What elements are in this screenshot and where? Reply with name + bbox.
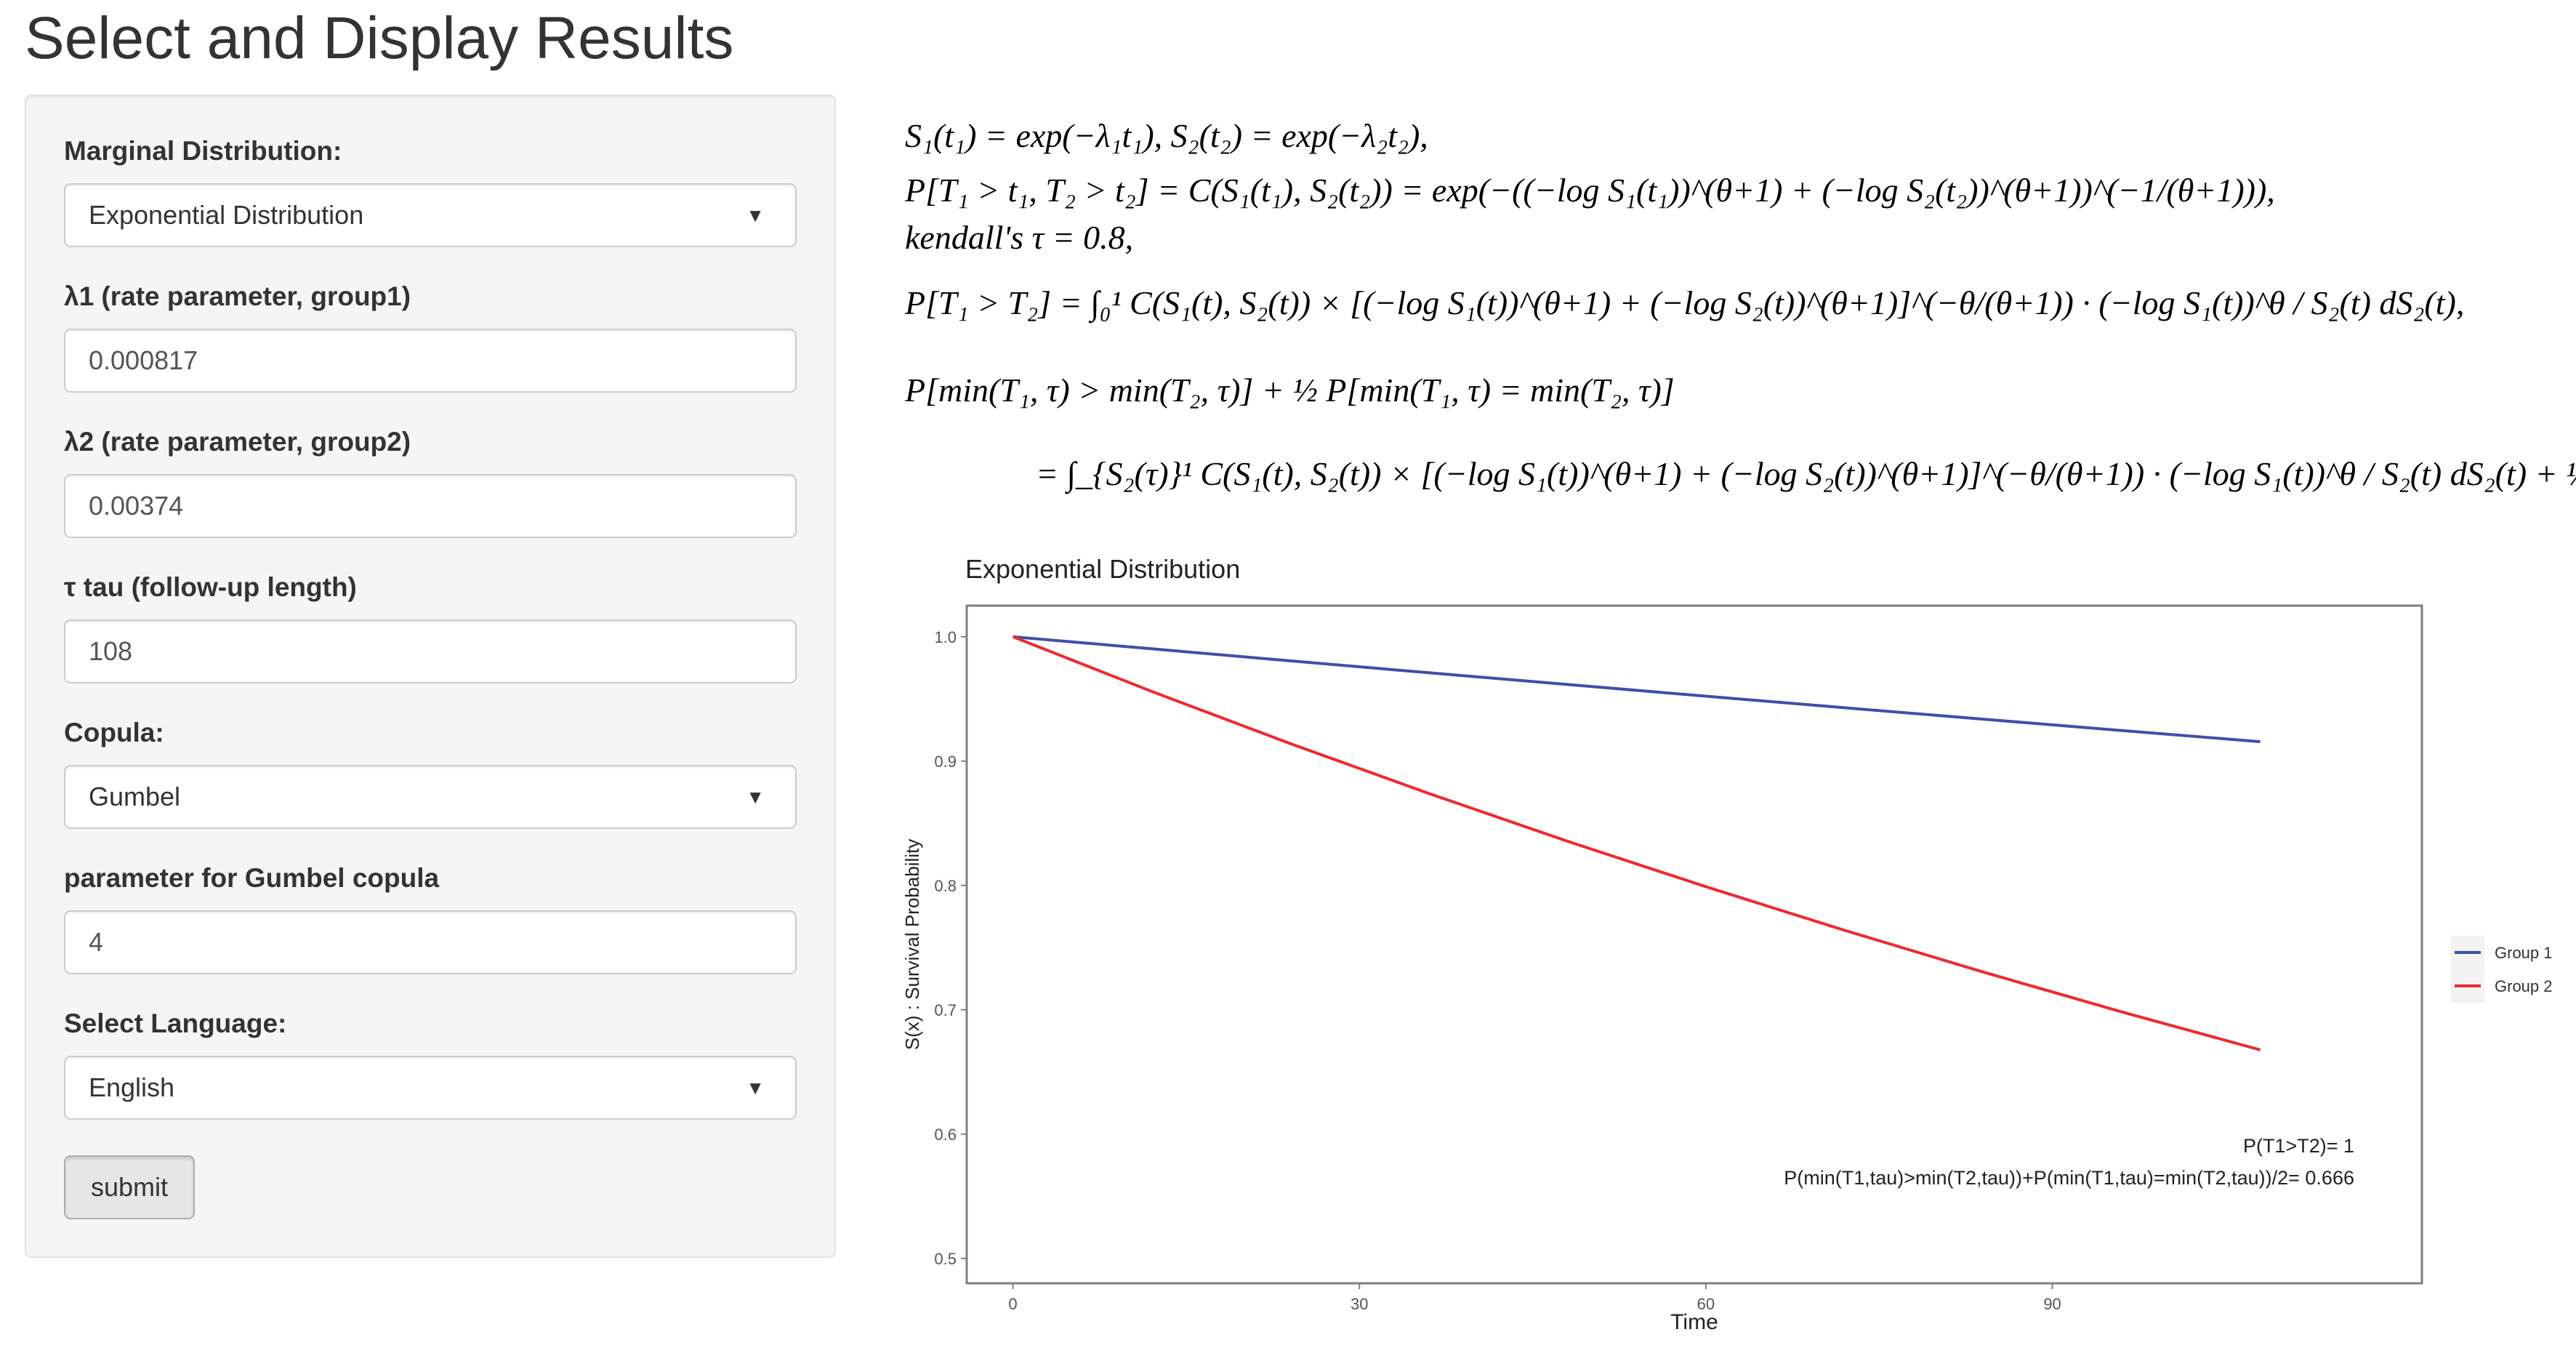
formula-line-p-t1-gt-t2: P[T₁ > T₂] = ∫₀¹ C(S₁(t), S₂(t)) × [(−lo… — [905, 284, 2465, 321]
marginal-distribution-select[interactable]: Exponential Distribution ▼ — [64, 183, 797, 247]
annotation-restricted-prob: P(min(T1,tau)>min(T2,tau))+P(min(T1,tau)… — [1784, 1167, 2354, 1189]
x-tick-label: 30 — [1351, 1295, 1368, 1313]
chevron-down-icon: ▼ — [746, 1077, 765, 1099]
marginal-distribution-value: Exponential Distribution — [89, 200, 364, 230]
formula-block: S₁(t₁) = exp(−λ₁t₁), S₂(t₂) = exp(−λ₂t₂)… — [905, 109, 2576, 538]
copula-value: Gumbel — [89, 782, 181, 811]
input-sidebar: Marginal Distribution: Exponential Distr… — [25, 95, 836, 1258]
copula-label: Copula: — [64, 718, 164, 747]
language-value: English — [89, 1072, 175, 1102]
chevron-down-icon: ▼ — [746, 204, 765, 226]
x-tick-label: 90 — [2043, 1295, 2061, 1313]
x-axis: 0 30 60 90 — [1008, 1283, 2061, 1313]
lambda1-input[interactable]: 0.000817 — [64, 329, 797, 393]
y-tick-label: 0.9 — [934, 753, 957, 771]
lambda2-input[interactable]: 0.00374 — [64, 474, 797, 538]
formula-line-kendall: kendall's τ = 0.8, — [905, 219, 1134, 256]
x-tick-label: 0 — [1008, 1295, 1017, 1313]
legend-label-group-2: Group 2 — [2495, 977, 2553, 995]
legend-label-group-1: Group 1 — [2495, 944, 2553, 962]
copula-parameter-label: parameter for Gumbel copula — [64, 863, 440, 893]
language-label: Select Language: — [64, 1008, 287, 1038]
lambda2-label: λ2 (rate parameter, group2) — [64, 427, 411, 457]
chart-title: Exponential Distribution — [965, 554, 1240, 584]
annotation-p-t1-gt-t2: P(T1>T2)= 1 — [2243, 1135, 2354, 1157]
survival-chart: Exponential Distribution 0.5 0.6 0.7 0.8 0.9… — [887, 553, 2576, 1352]
page-title: Select and Display Results — [25, 5, 734, 71]
submit-button[interactable]: submit — [64, 1155, 195, 1219]
tau-label: τ tau (follow-up length) — [64, 572, 357, 602]
formula-line-joint: P[T₁ > t₁, T₂ > t₂] = C(S₁(t₁), S₂(t₂)) … — [905, 172, 2275, 209]
y-tick-label: 0.7 — [934, 1001, 957, 1019]
legend: Group 1 Group 2 — [2451, 936, 2553, 1003]
legend-key-background — [2451, 936, 2484, 1003]
language-select[interactable]: English ▼ — [64, 1056, 797, 1120]
formula-line-marginals: S₁(t₁) = exp(−λ₁t₁), S₂(t₂) = exp(−λ₂t₂)… — [905, 117, 1428, 154]
marginal-distribution-label: Marginal Distribution: — [64, 136, 342, 166]
y-tick-label: 0.5 — [934, 1250, 957, 1268]
formula-line-restricted: P[min(T₁, τ) > min(T₂, τ)] + ½ P[min(T₁,… — [905, 372, 1675, 409]
y-axis-label: S(x) : Survival Probability — [901, 839, 923, 1050]
tau-input[interactable]: 108 — [64, 619, 797, 683]
y-tick-label: 0.8 — [934, 877, 957, 895]
copula-parameter-input[interactable]: 4 — [64, 910, 797, 974]
survival-chart-svg: Exponential Distribution 0.5 0.6 0.7 0.8 0.9… — [901, 554, 2553, 1334]
formula-line-integral: = ∫_{S₂(τ)}¹ C(S₁(t), S₂(t)) × [(−log S₁… — [1036, 455, 2576, 492]
y-tick-label: 0.6 — [934, 1126, 957, 1144]
lambda1-label: λ1 (rate parameter, group1) — [64, 281, 411, 311]
y-axis: 0.5 0.6 0.7 0.8 0.9 1.0 — [934, 628, 967, 1268]
y-tick-label: 1.0 — [934, 628, 957, 646]
x-axis-label: Time — [1670, 1310, 1718, 1334]
chevron-down-icon: ▼ — [746, 786, 765, 808]
copula-select[interactable]: Gumbel ▼ — [64, 765, 797, 829]
